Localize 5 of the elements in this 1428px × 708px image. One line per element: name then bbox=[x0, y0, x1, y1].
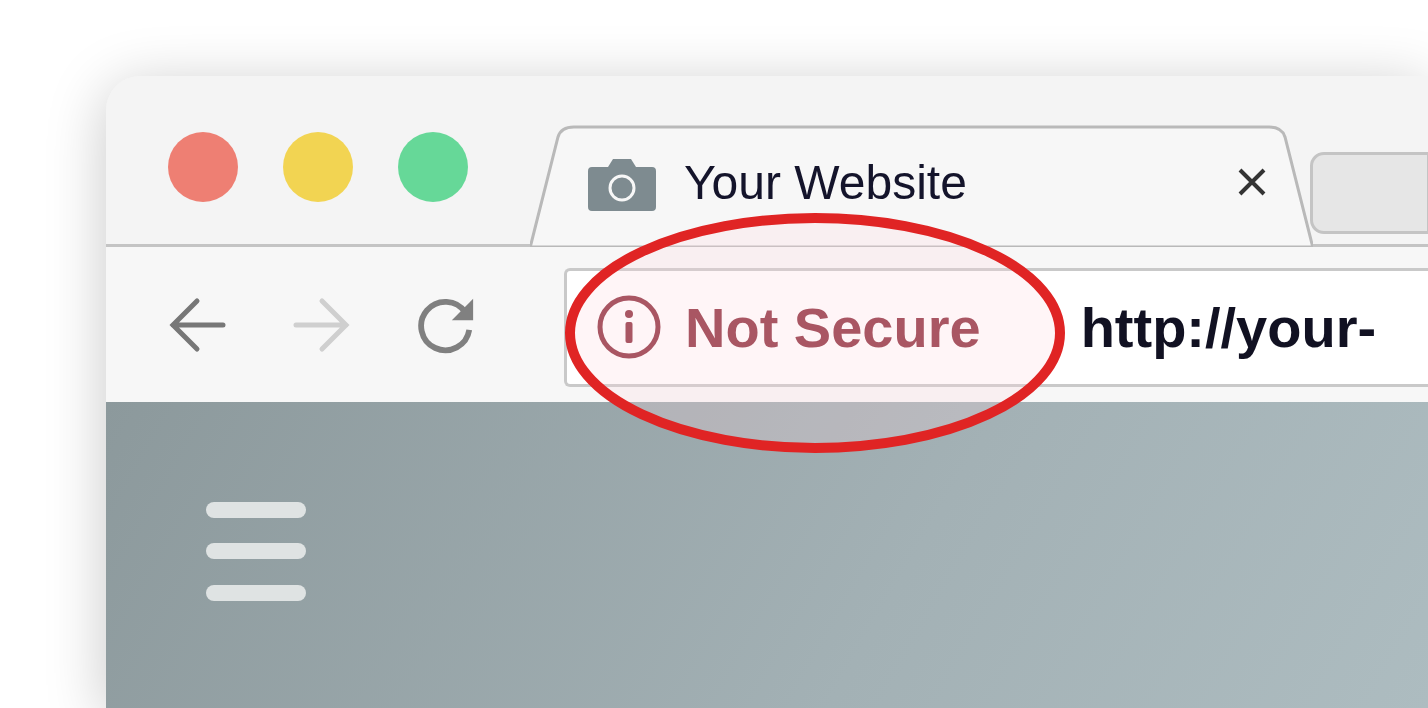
address-bar[interactable]: Not Secure http://your- bbox=[564, 267, 1428, 387]
url-text: http://your- bbox=[1080, 294, 1377, 360]
security-label: Not Secure bbox=[685, 294, 981, 360]
browser-tab[interactable]: Your Website bbox=[530, 125, 1313, 247]
tab-title: Your Website bbox=[684, 154, 968, 210]
